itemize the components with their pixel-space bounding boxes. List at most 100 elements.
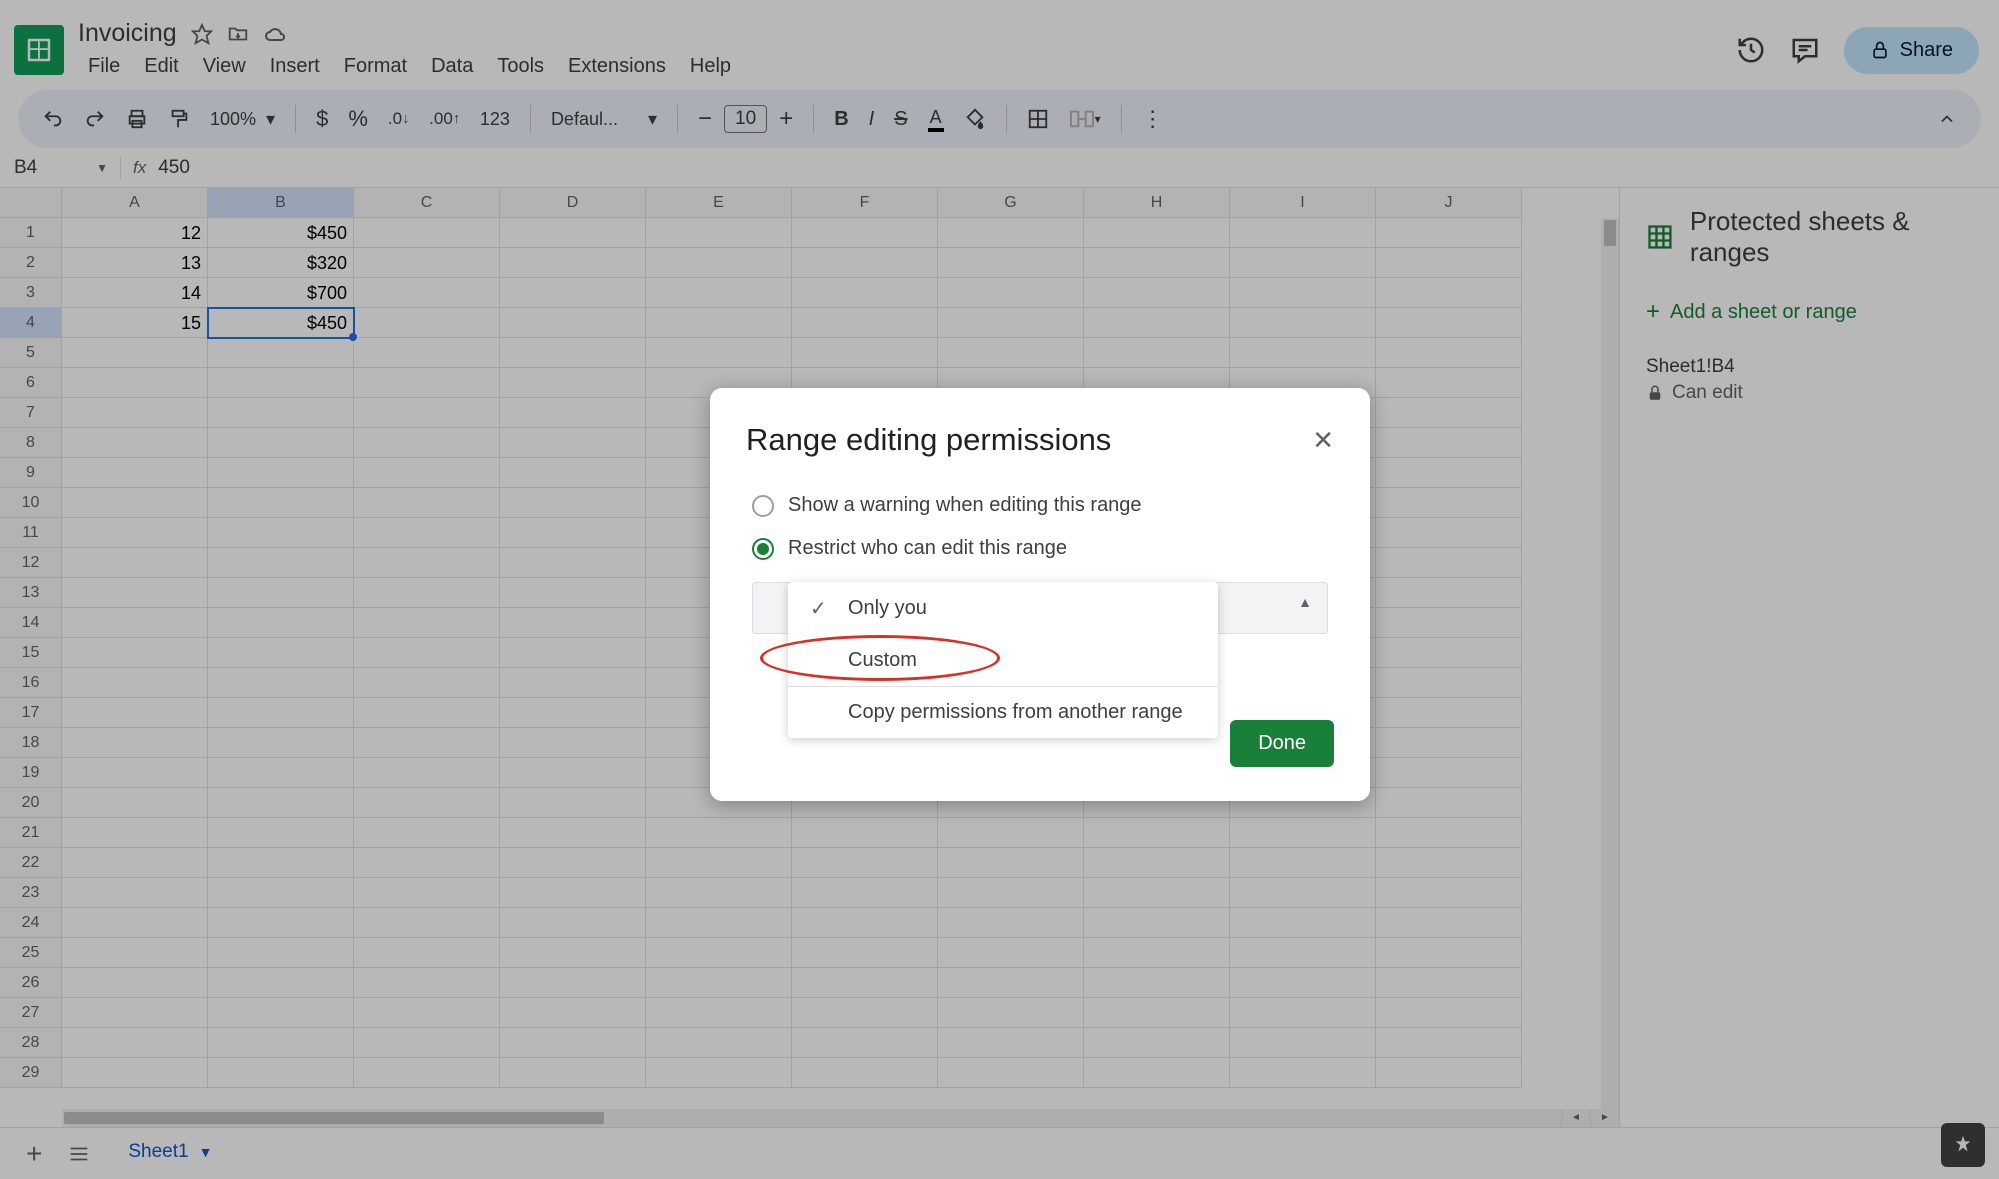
row-header[interactable]: 19 [0, 758, 62, 788]
share-button[interactable]: Share [1844, 27, 1979, 74]
row-header[interactable]: 21 [0, 818, 62, 848]
cell-A14[interactable] [62, 608, 208, 638]
cell-B20[interactable] [208, 788, 354, 818]
cell-B9[interactable] [208, 458, 354, 488]
cell-D10[interactable] [500, 488, 646, 518]
cell-F28[interactable] [792, 1028, 938, 1058]
radio-restrict[interactable]: Restrict who can edit this range [746, 527, 1334, 570]
cell-E22[interactable] [646, 848, 792, 878]
select-all-corner[interactable] [0, 188, 62, 218]
cell-D7[interactable] [500, 398, 646, 428]
column-header-b[interactable]: B [208, 188, 354, 218]
more-toolbar-button[interactable]: ⋮ [1134, 100, 1172, 138]
cell-G28[interactable] [938, 1028, 1084, 1058]
dropdown-item-copy-permissions[interactable]: Copy permissions from another range [788, 687, 1218, 738]
cell-D19[interactable] [500, 758, 646, 788]
cell-D20[interactable] [500, 788, 646, 818]
cell-B6[interactable] [208, 368, 354, 398]
cell-D26[interactable] [500, 968, 646, 998]
cell-reference-box[interactable]: B4▼ [0, 157, 120, 179]
cell-G27[interactable] [938, 998, 1084, 1028]
cell-J16[interactable] [1376, 668, 1522, 698]
bold-button[interactable]: B [826, 102, 856, 137]
cell-A26[interactable] [62, 968, 208, 998]
cell-H23[interactable] [1084, 878, 1230, 908]
row-header[interactable]: 15 [0, 638, 62, 668]
italic-button[interactable]: I [861, 102, 883, 137]
cell-C18[interactable] [354, 728, 500, 758]
cell-H24[interactable] [1084, 908, 1230, 938]
cell-I26[interactable] [1230, 968, 1376, 998]
vertical-scrollbar[interactable] [1601, 218, 1619, 1109]
menu-file[interactable]: File [78, 52, 130, 81]
cell-D1[interactable] [500, 218, 646, 248]
cell-E27[interactable] [646, 998, 792, 1028]
cell-C16[interactable] [354, 668, 500, 698]
cell-G24[interactable] [938, 908, 1084, 938]
column-header-d[interactable]: D [500, 188, 646, 218]
cell-G3[interactable] [938, 278, 1084, 308]
cell-A23[interactable] [62, 878, 208, 908]
cell-H1[interactable] [1084, 218, 1230, 248]
cell-J6[interactable] [1376, 368, 1522, 398]
cell-E24[interactable] [646, 908, 792, 938]
chevron-down-icon[interactable]: ▼ [199, 1144, 213, 1160]
cell-H3[interactable] [1084, 278, 1230, 308]
cell-A19[interactable] [62, 758, 208, 788]
cell-B26[interactable] [208, 968, 354, 998]
cell-J7[interactable] [1376, 398, 1522, 428]
menu-view[interactable]: View [193, 52, 256, 81]
cell-B23[interactable] [208, 878, 354, 908]
sheets-logo[interactable] [14, 25, 64, 75]
merge-button[interactable]: ▾ [1061, 102, 1109, 136]
cell-C14[interactable] [354, 608, 500, 638]
cell-J27[interactable] [1376, 998, 1522, 1028]
cell-C12[interactable] [354, 548, 500, 578]
cell-A3[interactable]: 14 [62, 278, 208, 308]
cell-J4[interactable] [1376, 308, 1522, 338]
cell-D4[interactable] [500, 308, 646, 338]
cell-B14[interactable] [208, 608, 354, 638]
cell-C25[interactable] [354, 938, 500, 968]
cell-A2[interactable]: 13 [62, 248, 208, 278]
done-button[interactable]: Done [1230, 720, 1334, 767]
currency-button[interactable]: $ [308, 100, 336, 138]
cell-A27[interactable] [62, 998, 208, 1028]
cell-J3[interactable] [1376, 278, 1522, 308]
cell-J28[interactable] [1376, 1028, 1522, 1058]
row-header[interactable]: 4 [0, 308, 62, 338]
cell-J13[interactable] [1376, 578, 1522, 608]
cell-A24[interactable] [62, 908, 208, 938]
cell-J5[interactable] [1376, 338, 1522, 368]
row-header[interactable]: 6 [0, 368, 62, 398]
cell-D13[interactable] [500, 578, 646, 608]
cell-H25[interactable] [1084, 938, 1230, 968]
cell-B2[interactable]: $320 [208, 248, 354, 278]
cell-H22[interactable] [1084, 848, 1230, 878]
cell-J11[interactable] [1376, 518, 1522, 548]
cell-J1[interactable] [1376, 218, 1522, 248]
row-header[interactable]: 20 [0, 788, 62, 818]
cell-J23[interactable] [1376, 878, 1522, 908]
cell-G23[interactable] [938, 878, 1084, 908]
row-header[interactable]: 13 [0, 578, 62, 608]
cell-I1[interactable] [1230, 218, 1376, 248]
move-icon[interactable] [227, 23, 249, 45]
cell-C29[interactable] [354, 1058, 500, 1088]
cell-A6[interactable] [62, 368, 208, 398]
cell-B10[interactable] [208, 488, 354, 518]
cell-A9[interactable] [62, 458, 208, 488]
column-header-g[interactable]: G [938, 188, 1084, 218]
menu-tools[interactable]: Tools [487, 52, 554, 81]
cell-E5[interactable] [646, 338, 792, 368]
document-title[interactable]: Invoicing [78, 19, 177, 48]
cell-B3[interactable]: $700 [208, 278, 354, 308]
cell-C27[interactable] [354, 998, 500, 1028]
cell-A25[interactable] [62, 938, 208, 968]
cell-F3[interactable] [792, 278, 938, 308]
cell-A15[interactable] [62, 638, 208, 668]
cell-A4[interactable]: 15 [62, 308, 208, 338]
cell-H4[interactable] [1084, 308, 1230, 338]
row-header[interactable]: 3 [0, 278, 62, 308]
row-header[interactable]: 8 [0, 428, 62, 458]
